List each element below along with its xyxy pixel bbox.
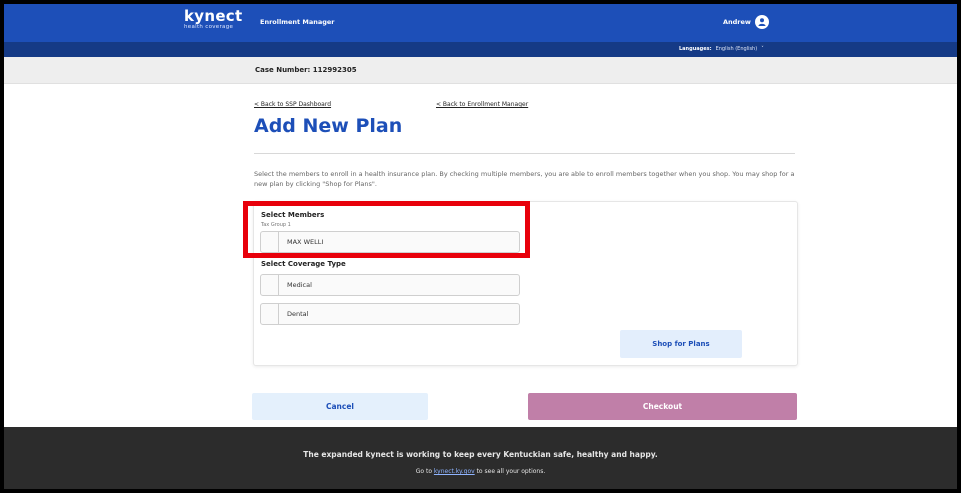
checkbox[interactable] [261,304,279,324]
coverage-name: Dental [287,310,309,318]
select-members-highlight [243,201,530,258]
coverage-checkbox-medical[interactable]: Medical [260,274,520,296]
back-to-ssp-dashboard-link[interactable]: < Back to SSP Dashboard [254,101,331,108]
page-title: Add New Plan [254,115,403,137]
language-label: Languages: [679,46,712,52]
kynect-logo[interactable]: kynect health coverage [184,9,242,31]
checkbox[interactable] [261,275,279,295]
language-selector[interactable]: Languages: English (English) ˅ [679,46,764,52]
case-bar: Case Number: 112992305 [4,57,957,84]
kynect-site-link[interactable]: kynect.ky.gov [434,468,475,475]
page-frame: kynect health coverage Enrollment Manage… [4,4,957,489]
user-avatar-icon [754,15,769,29]
case-number: Case Number: 112992305 [255,66,357,74]
page-description: Select the members to enroll in a health… [254,170,795,188]
footer-tagline: The expanded kynect is working to keep e… [303,450,658,459]
back-to-enrollment-manager-link[interactable]: < Back to Enrollment Manager [436,101,528,108]
logo-subtitle: health coverage [184,24,234,30]
logo-wordmark: kynect [184,7,243,25]
person-icon [758,18,766,26]
language-value: English (English) [715,46,758,52]
language-bar: Languages: English (English) ˅ [4,42,957,57]
app-title: Enrollment Manager [260,18,335,26]
title-divider [254,153,795,154]
top-header: kynect health coverage Enrollment Manage… [4,4,957,42]
footer-link-line: Go to kynect.ky.gov to see all your opti… [4,468,957,475]
user-name: Andrew [723,18,751,26]
select-coverage-type-label: Select Coverage Type [261,260,346,268]
checkout-button[interactable]: Checkout [528,393,797,420]
footer: The expanded kynect is working to keep e… [4,427,957,489]
user-menu[interactable]: Andrew [723,15,769,29]
footer-text-pre: Go to [415,468,434,475]
chevron-down-icon: ˅ [761,46,764,52]
footer-text-post: to see all your options. [474,468,546,475]
shop-for-plans-button[interactable]: Shop for Plans [620,330,742,358]
coverage-checkbox-dental[interactable]: Dental [260,303,520,325]
coverage-name: Medical [287,281,312,289]
cancel-button[interactable]: Cancel [252,393,428,420]
